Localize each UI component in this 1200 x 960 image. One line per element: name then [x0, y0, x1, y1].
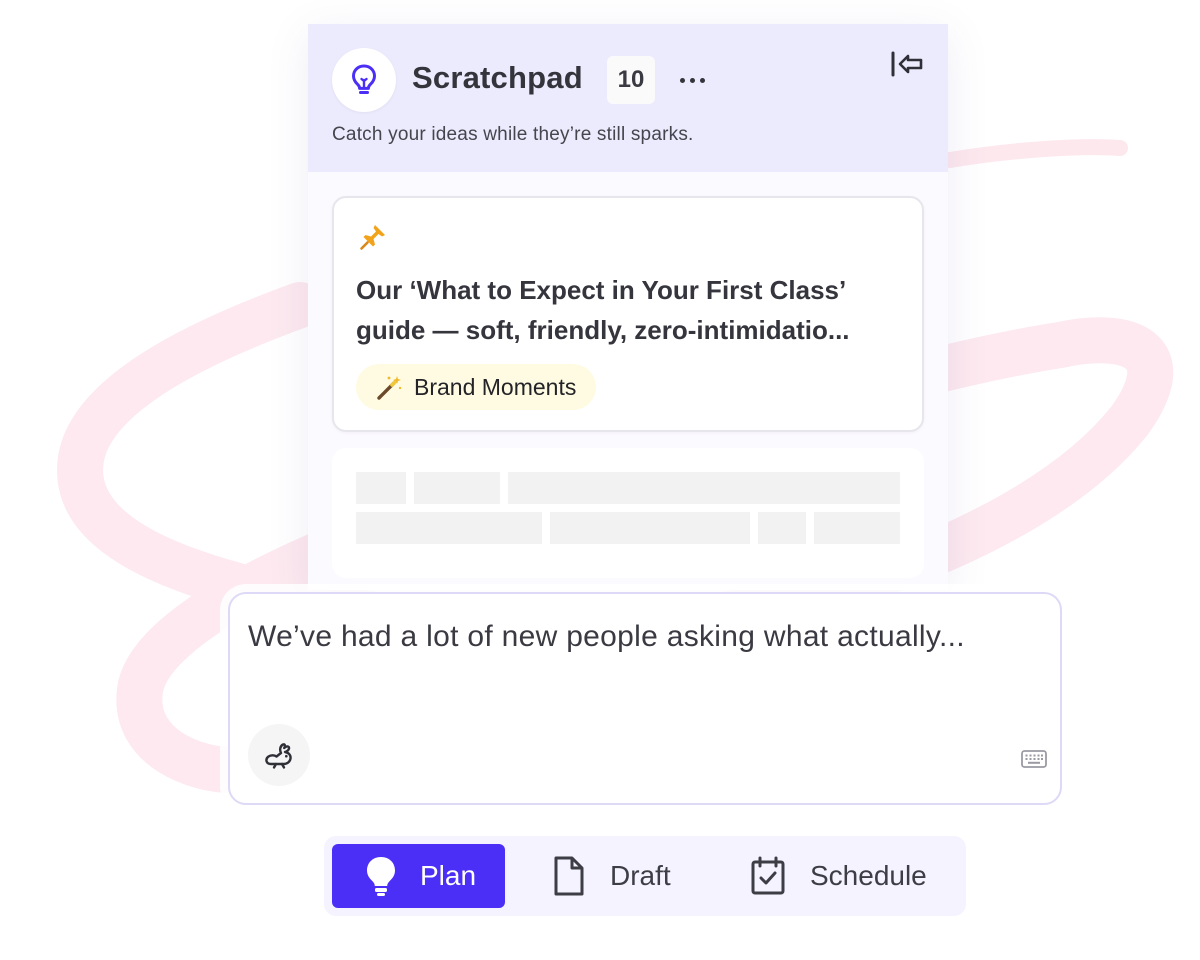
rabbit-icon — [265, 743, 292, 769]
subtitle: Catch your ideas while they’re still spa… — [332, 124, 694, 145]
mode-tab-label: Draft — [610, 860, 671, 891]
mode-tab-plan[interactable]: Plan — [332, 844, 505, 908]
more-options-button[interactable] — [672, 68, 712, 92]
composer-input[interactable]: We’ve had a lot of new people asking wha… — [248, 620, 1038, 654]
page-title: Scratchpad — [412, 60, 583, 95]
loading-note-placeholder — [332, 448, 924, 578]
skeleton-bar — [508, 472, 900, 504]
pushpin-icon — [360, 225, 385, 250]
category-tag-label: Brand Moments — [414, 373, 577, 400]
calendar-check-icon — [751, 856, 785, 895]
mode-tab-draft[interactable]: Draft — [544, 844, 724, 908]
dot-icon — [699, 77, 705, 83]
category-tag[interactable]: Brand Moments — [356, 364, 597, 410]
skeleton-bar — [356, 472, 406, 504]
note-card[interactable]: Our ‘What to Expect in Your First Class’… — [332, 196, 924, 432]
collapse-panel-icon[interactable] — [888, 48, 928, 80]
dot-icon — [689, 77, 695, 83]
scratchpad-panel: Scratchpad 10 Catch your ideas while the… — [308, 24, 948, 590]
message-composer[interactable]: We’ve had a lot of new people asking wha… — [228, 592, 1062, 805]
lightbulb-icon — [352, 64, 376, 94]
assistant-button[interactable] — [248, 724, 310, 786]
keyboard-icon[interactable] — [1020, 748, 1048, 770]
dot-icon — [679, 77, 685, 83]
scratchpad-header: Scratchpad 10 Catch your ideas while the… — [308, 24, 948, 172]
skeleton-bar — [814, 512, 900, 544]
note-title-line: Our ‘What to Expect in Your First Class’ — [356, 275, 847, 305]
note-title-line: guide — soft, friendly, zero-intimidatio… — [356, 315, 850, 345]
stage: Scratchpad 10 Catch your ideas while the… — [0, 0, 1200, 960]
note-title: Our ‘What to Expect in Your First Class’… — [356, 270, 908, 350]
skeleton-bar — [758, 512, 806, 544]
document-icon — [554, 856, 584, 896]
scratchpad-logo — [332, 48, 396, 112]
mode-switcher: Plan Draft Schedule — [324, 836, 966, 916]
skeleton-bar — [356, 512, 542, 544]
skeleton-bar — [550, 512, 750, 544]
skeleton-bar — [414, 472, 500, 504]
mode-tab-label: Plan — [420, 860, 477, 891]
count-badge: 10 — [607, 56, 655, 104]
lightbulb-icon — [367, 857, 395, 896]
magic-wand-icon — [377, 376, 402, 400]
mode-tab-label: Schedule — [810, 860, 927, 891]
mode-tab-schedule[interactable]: Schedule — [744, 844, 958, 908]
